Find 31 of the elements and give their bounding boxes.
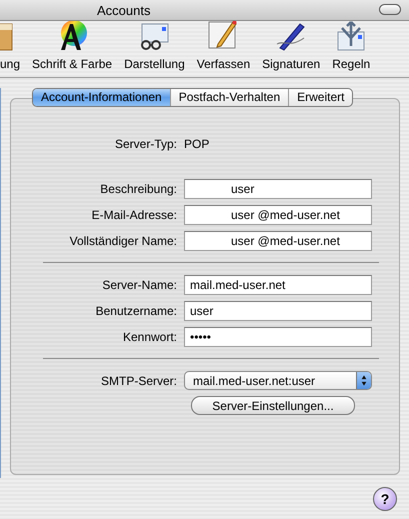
window-title: Accounts [97, 2, 150, 20]
field-label: Server-Name: [101, 277, 178, 294]
input-field[interactable]: user @med-user.net [184, 205, 372, 225]
tab[interactable]: Erweitert [288, 89, 352, 106]
help-button[interactable]: ? [373, 487, 397, 511]
toolbar-item[interactable]: Darstellung [118, 21, 191, 73]
toolbar-item[interactable]: Regeln [326, 21, 376, 73]
input-field[interactable]: user [184, 179, 372, 199]
field-label: Kennwort: [122, 329, 178, 346]
stepper-arrows-icon [356, 372, 371, 389]
toolbar-item[interactable]: ung [0, 21, 26, 73]
field-label: E-Mail-Adresse: [90, 207, 178, 224]
server-type-value: POP [184, 136, 210, 153]
smtp-server-dropdown[interactable]: mail.med-user.net:user [184, 371, 372, 390]
input-field[interactable]: mail.med-user.net [184, 275, 372, 295]
toolbar-item[interactable]: Schrift & Farbe [26, 21, 118, 73]
toolbar-item[interactable]: Signaturen [256, 21, 326, 73]
input-field[interactable]: user [184, 301, 372, 321]
server-settings-button[interactable]: Server-Einstellungen... [191, 396, 355, 415]
field-label: SMTP-Server: [100, 372, 178, 390]
field-label: Benutzername: [94, 303, 178, 320]
tab[interactable]: Postfach-Verhalten [170, 89, 288, 106]
field-label: Server-Typ: [114, 136, 178, 153]
package-icon [0, 21, 14, 52]
toolbar-toggle-button[interactable] [379, 4, 401, 15]
toolbar-item[interactable]: Verfassen [190, 21, 256, 73]
input-field[interactable]: user @med-user.net [184, 231, 372, 251]
field-label: Beschreibung: [99, 181, 178, 198]
field-label: Vollständiger Name: [68, 233, 178, 250]
tab[interactable]: Account-Informationen [33, 89, 170, 106]
input-field[interactable]: ••••• [184, 327, 372, 347]
